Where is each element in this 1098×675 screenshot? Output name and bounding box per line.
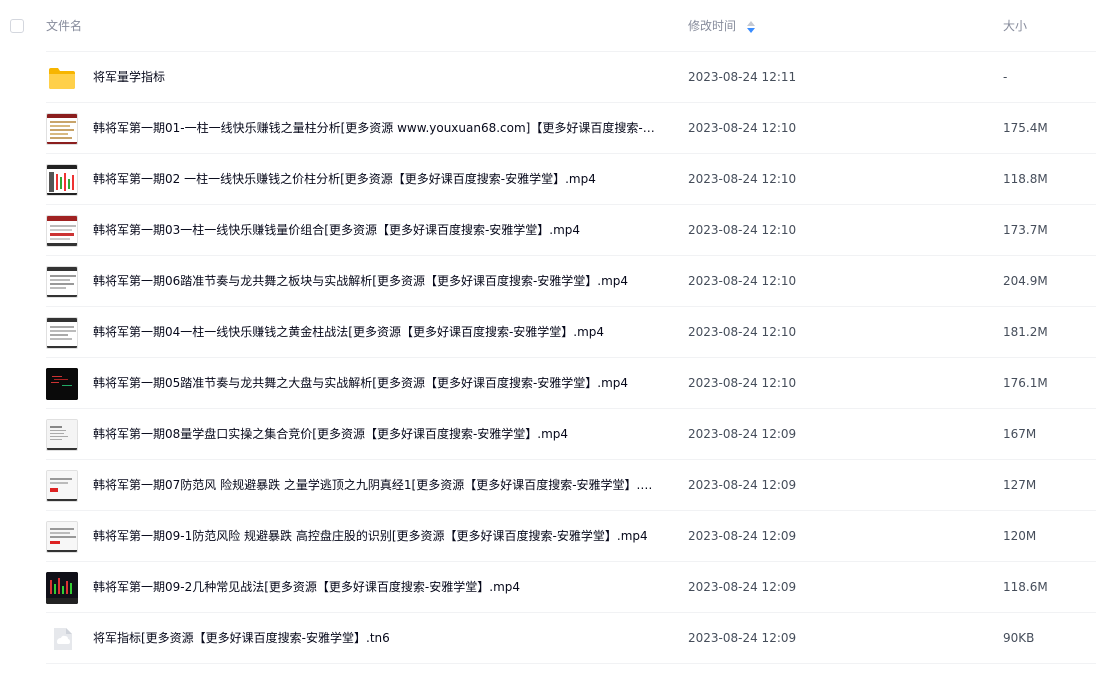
file-size: 175.4M	[1003, 121, 1048, 135]
file-size: 176.1M	[1003, 376, 1048, 390]
file-modified-time: 2023-08-24 12:09	[688, 580, 797, 594]
file-name[interactable]: 韩将军第一期05踏准节奏与龙共舞之大盘与实战解析[更多资源【更多好课百度搜索-安…	[93, 375, 628, 391]
file-name[interactable]: 韩将军第一期04一柱一线快乐赚钱之黄金柱战法[更多资源【更多好课百度搜索-安雅学…	[93, 324, 604, 340]
file-size: 118.8M	[1003, 172, 1048, 186]
video-thumbnail-icon	[46, 164, 78, 196]
file-name[interactable]: 将军指标[更多资源【更多好课百度搜索-安雅学堂】.tn6	[93, 630, 390, 646]
column-header-size[interactable]: 大小	[1003, 19, 1027, 33]
sort-icon[interactable]	[746, 20, 756, 34]
file-row[interactable]: 韩将军第一期03一柱一线快乐赚钱量价组合[更多资源【更多好课百度搜索-安雅学堂】…	[46, 205, 1096, 256]
file-size: 118.6M	[1003, 580, 1048, 594]
file-modified-time: 2023-08-24 12:10	[688, 274, 797, 288]
video-thumbnail-icon	[46, 266, 78, 298]
file-modified-time: 2023-08-24 12:09	[688, 631, 797, 645]
file-row[interactable]: 韩将军第一期04一柱一线快乐赚钱之黄金柱战法[更多资源【更多好课百度搜索-安雅学…	[46, 307, 1096, 358]
video-thumbnail-icon	[46, 113, 78, 145]
file-row[interactable]: 韩将军第一期09-2几种常见战法[更多资源【更多好课百度搜索-安雅学堂】.mp4…	[46, 562, 1096, 613]
file-size: 181.2M	[1003, 325, 1048, 339]
file-row[interactable]: 韩将军第一期07防范风 险规避暴跌 之量学逃顶之九阴真经1[更多资源【更多好课百…	[46, 460, 1096, 511]
video-thumbnail-icon	[46, 470, 78, 502]
file-name[interactable]: 韩将军第一期01-一柱一线快乐赚钱之量柱分析[更多资源 www.youxuan6…	[93, 120, 663, 136]
file-name[interactable]: 韩将军第一期06踏准节奏与龙共舞之板块与实战解析[更多资源【更多好课百度搜索-安…	[93, 273, 628, 289]
file-name[interactable]: 将军量学指标	[93, 69, 165, 85]
file-list-header: 文件名 修改时间 大小	[10, 0, 1096, 52]
file-size: 120M	[1003, 529, 1037, 543]
video-thumbnail-icon	[46, 215, 78, 247]
unknown-file-icon	[46, 623, 78, 655]
file-name[interactable]: 韩将军第一期07防范风 险规避暴跌 之量学逃顶之九阴真经1[更多资源【更多好课百…	[93, 477, 663, 493]
file-size: 90KB	[1003, 631, 1035, 645]
file-row[interactable]: 韩将军第一期02 一柱一线快乐赚钱之价柱分析[更多资源【更多好课百度搜索-安雅学…	[46, 154, 1096, 205]
column-header-time[interactable]: 修改时间	[688, 19, 736, 33]
file-row[interactable]: 韩将军第一期05踏准节奏与龙共舞之大盘与实战解析[更多资源【更多好课百度搜索-安…	[46, 358, 1096, 409]
file-modified-time: 2023-08-24 12:09	[688, 427, 797, 441]
file-modified-time: 2023-08-24 12:10	[688, 376, 797, 390]
file-size: -	[1003, 70, 1008, 84]
file-modified-time: 2023-08-24 12:11	[688, 70, 797, 84]
file-modified-time: 2023-08-24 12:10	[688, 172, 797, 186]
file-modified-time: 2023-08-24 12:10	[688, 325, 797, 339]
video-thumbnail-icon	[46, 317, 78, 349]
file-row[interactable]: 韩将军第一期01-一柱一线快乐赚钱之量柱分析[更多资源 www.youxuan6…	[46, 103, 1096, 154]
file-modified-time: 2023-08-24 12:09	[688, 478, 797, 492]
file-modified-time: 2023-08-24 12:10	[688, 223, 797, 237]
file-modified-time: 2023-08-24 12:10	[688, 121, 797, 135]
file-row[interactable]: 将军指标[更多资源【更多好课百度搜索-安雅学堂】.tn6 2023-08-24 …	[46, 613, 1096, 664]
file-name[interactable]: 韩将军第一期03一柱一线快乐赚钱量价组合[更多资源【更多好课百度搜索-安雅学堂】…	[93, 222, 580, 238]
file-row[interactable]: 韩将军第一期09-1防范风险 规避暴跌 高控盘庄股的识别[更多资源【更多好课百度…	[46, 511, 1096, 562]
video-thumbnail-icon	[46, 419, 78, 451]
file-modified-time: 2023-08-24 12:09	[688, 529, 797, 543]
file-name[interactable]: 韩将军第一期09-2几种常见战法[更多资源【更多好课百度搜索-安雅学堂】.mp4	[93, 579, 520, 595]
video-thumbnail-icon	[46, 521, 78, 553]
file-name[interactable]: 韩将军第一期08量学盘口实操之集合竞价[更多资源【更多好课百度搜索-安雅学堂】.…	[93, 426, 568, 442]
file-size: 173.7M	[1003, 223, 1048, 237]
file-list: 文件名 修改时间 大小 将军量学指标 2023-08-24 12:11 - 韩将…	[0, 0, 1098, 675]
file-row[interactable]: 将军量学指标 2023-08-24 12:11 -	[46, 52, 1096, 103]
video-thumbnail-icon	[46, 368, 78, 400]
select-all-checkbox[interactable]	[10, 19, 24, 33]
folder-icon	[46, 62, 78, 94]
column-header-name[interactable]: 文件名	[46, 19, 82, 33]
file-name[interactable]: 韩将军第一期02 一柱一线快乐赚钱之价柱分析[更多资源【更多好课百度搜索-安雅学…	[93, 171, 596, 187]
file-size: 204.9M	[1003, 274, 1048, 288]
file-size: 167M	[1003, 427, 1037, 441]
file-rows: 将军量学指标 2023-08-24 12:11 - 韩将军第一期01-一柱一线快…	[0, 52, 1098, 664]
video-thumbnail-icon	[46, 572, 78, 604]
file-row[interactable]: 韩将军第一期08量学盘口实操之集合竞价[更多资源【更多好课百度搜索-安雅学堂】.…	[46, 409, 1096, 460]
file-size: 127M	[1003, 478, 1037, 492]
file-row[interactable]: 韩将军第一期06踏准节奏与龙共舞之板块与实战解析[更多资源【更多好课百度搜索-安…	[46, 256, 1096, 307]
file-name[interactable]: 韩将军第一期09-1防范风险 规避暴跌 高控盘庄股的识别[更多资源【更多好课百度…	[93, 528, 648, 544]
